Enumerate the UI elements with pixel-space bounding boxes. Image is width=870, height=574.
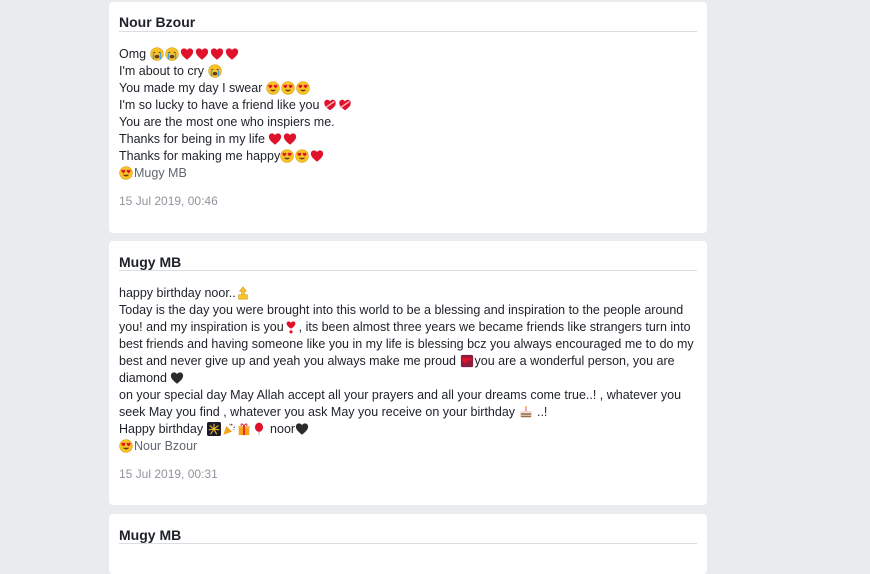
post-text: I'm so lucky to have a friend like you — [119, 98, 323, 112]
post-author[interactable]: Mugy MB — [119, 241, 697, 270]
heart-eyes-icon — [280, 149, 294, 163]
heart-eyes-icon — [281, 81, 295, 95]
post-line: You made my day I swear — [119, 80, 697, 97]
heart-icon — [210, 47, 224, 61]
heart-icon — [195, 47, 209, 61]
post-line: Omg — [119, 46, 697, 63]
post-timestamp[interactable]: 15 Jul 2019, 00:46 — [119, 193, 697, 209]
post-text: You are the most one who inspiers me. — [119, 115, 335, 129]
post-text: I'm about to cry — [119, 64, 208, 78]
heart-eyes-icon — [295, 149, 309, 163]
post-body: Omg I'm about to cry You made my day I s… — [119, 32, 697, 182]
post-line: You are the most one who inspiers me. — [119, 114, 697, 131]
post-text: Thanks for being in my life — [119, 132, 269, 146]
post-signature: Nour Bzour — [119, 438, 697, 455]
post-text: noor — [266, 422, 296, 436]
revolving-hearts-icon — [460, 354, 474, 368]
post-paragraph: Today is the day you were brought into t… — [119, 302, 697, 387]
heart-eyes-icon — [119, 166, 133, 180]
heart-exclamation-icon — [284, 320, 298, 334]
post-text: on your special day May Allah accept all… — [119, 388, 682, 419]
post-line: Thanks for making me happy — [119, 148, 697, 165]
fireworks-icon — [206, 422, 221, 436]
post-author[interactable]: Nour Bzour — [119, 2, 697, 31]
post-timestamp[interactable]: 15 Jul 2019, 00:31 — [119, 466, 697, 482]
post-text: Omg — [119, 47, 150, 61]
post-card: Nour Bzour Omg I'm about to cry You made… — [109, 2, 707, 233]
heart-eyes-icon — [119, 439, 133, 453]
heart-icon — [225, 47, 239, 61]
post-text: You made my day I swear — [119, 81, 266, 95]
balloon-icon — [252, 422, 266, 436]
post-author[interactable]: Mugy MB — [119, 514, 697, 543]
post-signature: Mugy MB — [119, 165, 697, 182]
black-heart-icon — [170, 371, 184, 385]
crying-face-icon — [164, 47, 179, 61]
post-paragraph: on your special day May Allah accept all… — [119, 387, 697, 421]
post-line: Happy birthday noor — [119, 421, 697, 438]
heart-with-ribbon-icon — [338, 98, 352, 112]
heart-icon — [283, 132, 297, 146]
signature-name: Mugy MB — [134, 166, 187, 180]
post-line: happy birthday noor.. — [119, 285, 697, 302]
heart-icon — [180, 47, 194, 61]
post-line: I'm about to cry — [119, 63, 697, 80]
signature-name: Nour Bzour — [134, 439, 198, 453]
heart-icon — [310, 149, 324, 163]
post-line: Thanks for being in my life — [119, 131, 697, 148]
crying-face-icon — [149, 47, 164, 61]
party-popper-icon — [222, 422, 236, 436]
post-line: I'm so lucky to have a friend like you — [119, 97, 697, 114]
gift-icon — [237, 422, 251, 436]
black-heart-icon — [295, 422, 309, 436]
heart-eyes-icon — [296, 81, 310, 95]
heart-eyes-icon — [266, 81, 280, 95]
post-text: Thanks for making me happy — [119, 149, 281, 163]
heart-icon — [268, 132, 282, 146]
post-card: Mugy MB — [109, 514, 707, 574]
pointing-up-icon — [236, 286, 250, 300]
divider — [119, 543, 697, 544]
heart-with-ribbon-icon — [323, 98, 337, 112]
post-text: Happy birthday — [119, 422, 207, 436]
post-text: happy birthday noor.. — [119, 286, 236, 300]
crying-face-icon — [207, 64, 222, 78]
post-body: happy birthday noor.. Today is the day y… — [119, 271, 697, 455]
post-card: Mugy MB happy birthday noor.. Today is t… — [109, 241, 707, 505]
birthday-cake-icon — [519, 405, 533, 419]
post-text: ..! — [533, 405, 548, 419]
